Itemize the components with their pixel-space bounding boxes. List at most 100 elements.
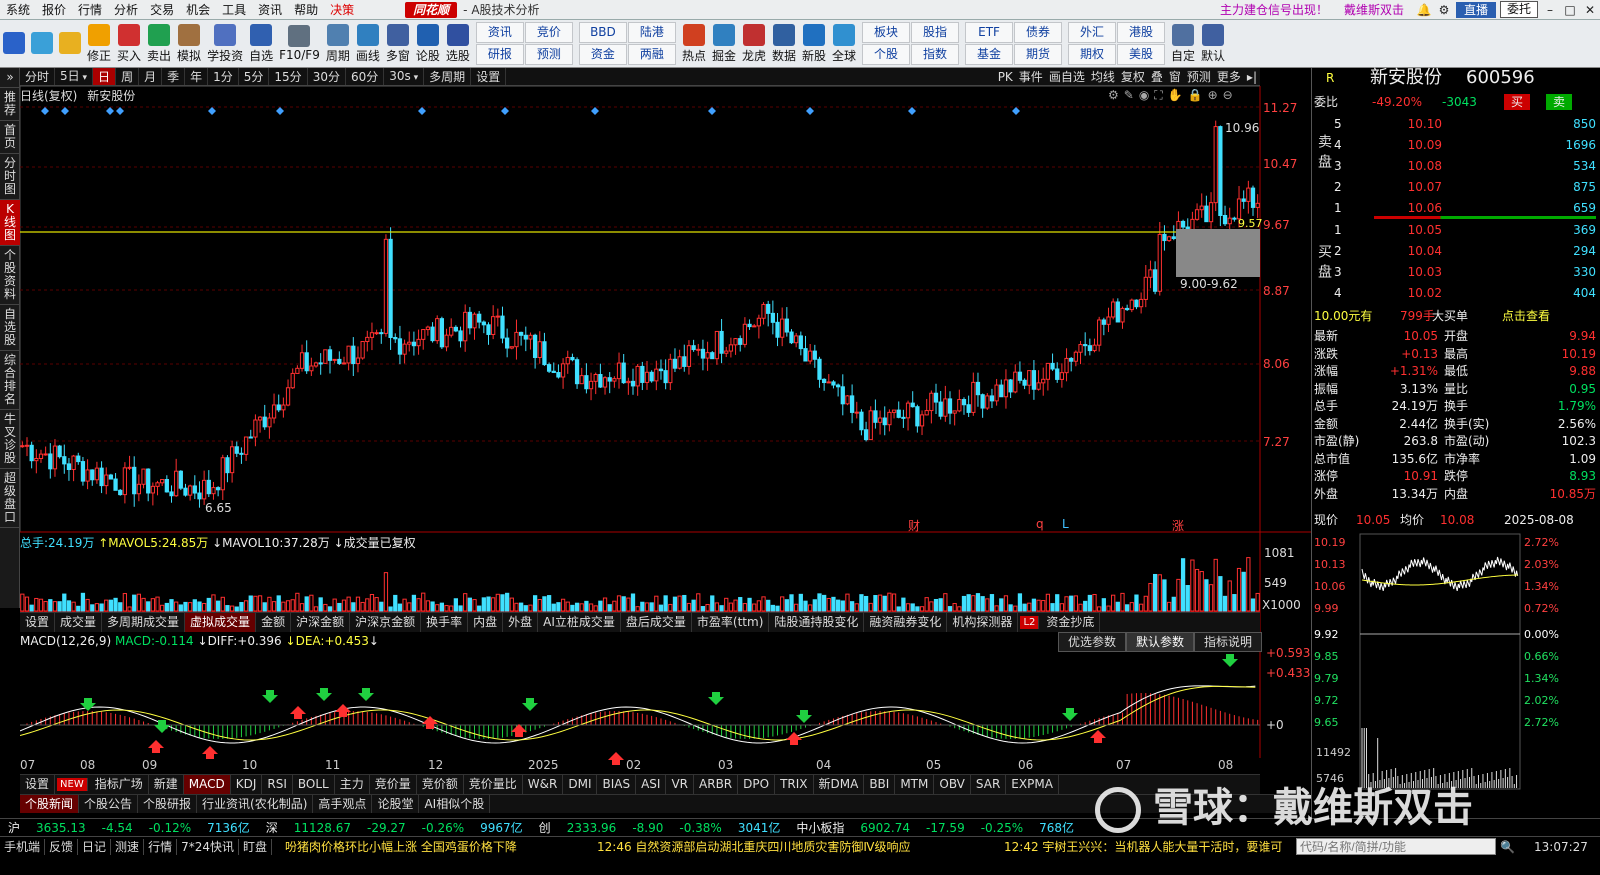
- period-tab[interactable]: 季: [162, 68, 186, 85]
- commission-button[interactable]: 委托: [1499, 1, 1538, 18]
- toolbar-grid-button[interactable]: ETF: [965, 22, 1014, 43]
- volume-tab[interactable]: 内盘: [468, 613, 504, 632]
- menu-item[interactable]: 帮助: [288, 0, 324, 19]
- period-tab[interactable]: 60分: [346, 68, 385, 85]
- period-tab[interactable]: 5分: [239, 68, 270, 85]
- toolbar-button[interactable]: 周期: [323, 21, 353, 67]
- toolbar-button[interactable]: 论股: [413, 21, 443, 67]
- volume-tab[interactable]: 沪深金额: [291, 613, 351, 632]
- bell-icon[interactable]: 🔔: [1414, 3, 1434, 17]
- indicator-tab[interactable]: 新建: [149, 775, 184, 794]
- more-arrow-icon[interactable]: ▸|: [1244, 68, 1260, 85]
- leftnav-item[interactable]: 自选股: [0, 305, 20, 351]
- volume-tab[interactable]: 资金抄底: [1041, 613, 1101, 632]
- index-name[interactable]: 深: [258, 819, 286, 836]
- news-tab[interactable]: 行业资讯(农化制品): [197, 795, 314, 813]
- search-input[interactable]: [1296, 838, 1496, 855]
- status-item[interactable]: 日记: [78, 839, 112, 855]
- indicator-tab[interactable]: MACD: [183, 775, 231, 794]
- leftnav-item[interactable]: 综合排名: [0, 351, 20, 410]
- toolbar-button[interactable]: 选股: [443, 21, 473, 67]
- toolbar-grid-button[interactable]: 板块: [862, 22, 911, 43]
- chart-option[interactable]: PK: [995, 68, 1016, 85]
- status-item[interactable]: 7*24快讯: [177, 839, 239, 855]
- volume-tab[interactable]: 市盈率(ttm): [692, 613, 770, 632]
- macd-option-button[interactable]: 默认参数: [1126, 632, 1195, 652]
- period-tab[interactable]: 月: [139, 68, 163, 85]
- main-chart-area[interactable]: [20, 86, 1312, 772]
- indicator-tab[interactable]: 竞价量: [370, 775, 417, 794]
- volume-tab[interactable]: 沪深京金额: [350, 613, 422, 632]
- toolbar-grid-button[interactable]: 美股: [1117, 44, 1166, 65]
- indicator-tab[interactable]: DMI: [563, 775, 598, 794]
- indicator-tab[interactable]: MTM: [895, 775, 935, 794]
- indicator-tab[interactable]: 设置: [20, 775, 56, 794]
- volume-tab[interactable]: 多周期成交量: [102, 613, 186, 632]
- indicator-tab[interactable]: VR: [666, 775, 695, 794]
- toolbar-grid-button[interactable]: 研报: [475, 44, 524, 65]
- news-tab[interactable]: 高手观点: [313, 795, 373, 813]
- toolbar-grid-button[interactable]: 债券: [1014, 22, 1063, 43]
- toolbar-button[interactable]: 数据: [769, 21, 799, 67]
- toolbar-button[interactable]: 买入: [114, 21, 144, 67]
- toolbar-button[interactable]: 全球: [829, 21, 859, 67]
- news-ticker-2[interactable]: 12:46 自然资源部启动湖北重庆四川地质灾害防御Ⅳ级响应: [597, 839, 910, 855]
- search-icon[interactable]: 🔍: [1500, 839, 1515, 855]
- indicator-tab[interactable]: 竞价量比: [464, 775, 523, 794]
- toolbar-grid-button[interactable]: 陆港: [627, 22, 676, 43]
- menu-item[interactable]: 系统: [0, 0, 36, 19]
- toolbar-button[interactable]: 卖出: [144, 21, 174, 67]
- toolbar-button[interactable]: 自选: [246, 21, 276, 67]
- period-tab[interactable]: 日: [93, 68, 117, 85]
- menu-item[interactable]: 工具: [216, 0, 252, 19]
- status-item[interactable]: 手机端: [0, 839, 46, 855]
- toolbar-grid-button[interactable]: 期权: [1068, 44, 1117, 65]
- volume-tab[interactable]: 盘后成交量: [621, 613, 692, 632]
- indicator-tab[interactable]: SAR: [971, 775, 1007, 794]
- chart-option[interactable]: 画自选: [1046, 68, 1088, 85]
- volume-tab[interactable]: 陆股通持股变化: [769, 613, 865, 632]
- toolbar-button[interactable]: 新股: [799, 21, 829, 67]
- leftnav-item[interactable]: 牛叉诊股: [0, 410, 20, 469]
- period-tab[interactable]: 分时: [20, 68, 56, 85]
- period-tab[interactable]: 30s: [384, 68, 425, 85]
- promo-davis[interactable]: 戴维斯双击: [1334, 1, 1414, 18]
- index-name[interactable]: 创: [531, 819, 559, 836]
- news-tab[interactable]: 个股公告: [79, 795, 139, 813]
- toolbar-grid-button[interactable]: 指数: [911, 44, 960, 65]
- indicator-tab[interactable]: BOLL: [293, 775, 335, 794]
- toolbar-grid-button[interactable]: 个股: [862, 44, 911, 65]
- indicator-tab[interactable]: KDJ: [231, 775, 263, 794]
- indicator-tab[interactable]: BIAS: [597, 775, 637, 794]
- indicator-tab[interactable]: 指标广场: [90, 775, 149, 794]
- volume-tab[interactable]: 设置: [20, 613, 56, 632]
- macd-option-button[interactable]: 指标说明: [1194, 632, 1263, 652]
- period-tab[interactable]: 5日: [55, 68, 94, 85]
- menu-item[interactable]: 行情: [72, 0, 108, 19]
- indicator-tab[interactable]: DPO: [738, 775, 776, 794]
- indicator-tab[interactable]: 新DMA: [814, 775, 865, 794]
- period-tab[interactable]: 设置: [471, 68, 507, 85]
- status-item[interactable]: 行情: [144, 839, 178, 855]
- volume-tab[interactable]: 融资融券变化: [864, 613, 948, 632]
- chart-option[interactable]: 窗: [1166, 68, 1184, 85]
- indicator-tab[interactable]: W&R: [523, 775, 564, 794]
- toolbar-grid-button[interactable]: 港股: [1117, 22, 1166, 43]
- status-item[interactable]: 反馈: [45, 839, 79, 855]
- volume-tab[interactable]: 金额: [256, 613, 292, 632]
- toolbar-grid-button[interactable]: BBD: [578, 22, 627, 43]
- chart-option[interactable]: 预测: [1184, 68, 1214, 85]
- toolbar-button[interactable]: [28, 21, 56, 67]
- indicator-tab[interactable]: BBI: [864, 775, 896, 794]
- menu-item[interactable]: 资讯: [252, 0, 288, 19]
- toolbar-button[interactable]: 画线: [353, 21, 383, 67]
- marker-q[interactable]: q: [1036, 517, 1044, 531]
- chart-option[interactable]: 更多: [1214, 68, 1244, 85]
- indicator-tab[interactable]: 竞价额: [417, 775, 464, 794]
- bigorder-link[interactable]: 点击查看: [1502, 306, 1550, 326]
- volume-tab[interactable]: AI立桩成交量: [538, 613, 621, 632]
- toolbar-button[interactable]: [56, 21, 84, 67]
- leftnav-item[interactable]: 分时图: [0, 154, 20, 200]
- period-tab[interactable]: 周: [116, 68, 140, 85]
- menu-item[interactable]: 分析: [108, 0, 144, 19]
